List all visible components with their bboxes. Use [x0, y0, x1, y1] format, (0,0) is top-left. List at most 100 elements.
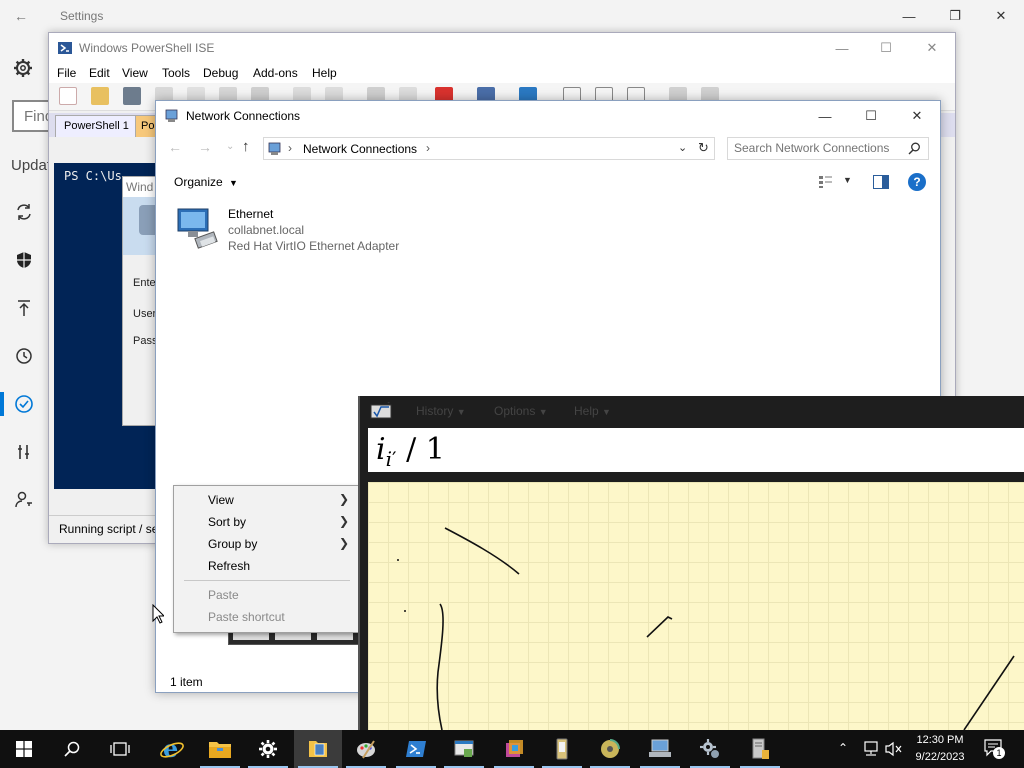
network-tray-icon[interactable]	[862, 741, 880, 757]
menu-options[interactable]: Options ▼	[494, 404, 548, 418]
file-explorer-button[interactable]	[196, 730, 244, 768]
nc-titlebar[interactable]: Network Connections — ☐ ✕	[156, 101, 940, 131]
tools-icon[interactable]	[14, 442, 36, 464]
help-icon[interactable]: ?	[908, 173, 926, 191]
open-folder-icon[interactable]	[91, 87, 109, 105]
breadcrumb-chevron-icon[interactable]: ›	[426, 141, 430, 155]
clock-time: 12:30 PM	[916, 734, 964, 746]
menu-help[interactable]: Help	[312, 66, 337, 80]
network-manager-taskbar-button[interactable]	[636, 730, 684, 768]
ise-maximize-button[interactable]: ☐	[863, 33, 909, 63]
settings-taskbar-button[interactable]	[244, 730, 292, 768]
action-center-button[interactable]: 1	[984, 739, 1005, 759]
media-stack-icon	[506, 740, 523, 757]
selected-indicator	[0, 392, 4, 416]
history-label: History	[416, 404, 454, 418]
system-clock[interactable]: 12:30 PM 9/22/2023	[900, 732, 980, 766]
ise-titlebar[interactable]: Windows PowerShell ISE — ☐ ✕	[49, 33, 955, 63]
minimize-button[interactable]: —	[886, 1, 932, 31]
nc-close-button[interactable]: ✕	[894, 101, 940, 131]
change-view-icon[interactable]	[818, 175, 834, 189]
search-taskbar-icon	[64, 741, 80, 757]
refresh-icon[interactable]: ↻	[698, 140, 709, 156]
organize-dropdown-icon: ▼	[229, 178, 238, 188]
nav-up-icon[interactable]: ↑	[242, 138, 250, 155]
restore-button[interactable]: ❐	[932, 1, 978, 31]
breadcrumb-network-connections[interactable]: Network Connections	[303, 142, 417, 156]
preview-pane-icon[interactable]	[873, 175, 889, 189]
menu-view[interactable]: View	[122, 66, 148, 80]
menu-file[interactable]: File	[57, 66, 76, 80]
menu-help[interactable]: Help ▼	[574, 404, 611, 418]
app-window-icon	[454, 740, 474, 757]
menu-item-paste-shortcut[interactable]: Paste shortcut	[174, 606, 359, 628]
expression-base: i	[376, 432, 386, 467]
task-view-button[interactable]	[96, 730, 144, 768]
gear-icon[interactable]	[13, 58, 33, 78]
menu-item-label: Paste	[208, 588, 239, 602]
nav-forward-icon[interactable]: →	[198, 139, 212, 155]
check-circle-icon[interactable]	[14, 394, 36, 416]
view-options-dropdown-icon[interactable]: ▼	[843, 175, 852, 185]
ise-close-button[interactable]: ✕	[909, 33, 955, 63]
network-connections-taskbar-button[interactable]	[294, 730, 342, 768]
menu-item-paste[interactable]: Paste	[174, 584, 359, 606]
show-hidden-icons-icon[interactable]: ⌃	[838, 741, 848, 755]
media-taskbar-button[interactable]	[490, 730, 538, 768]
address-bar[interactable]: › Network Connections › ⌄ ↻	[263, 137, 715, 160]
ise-status-text: Running script / se	[59, 522, 159, 536]
menu-debug[interactable]: Debug	[203, 66, 238, 80]
menu-edit[interactable]: Edit	[89, 66, 110, 80]
sync-icon[interactable]	[14, 202, 36, 224]
save-icon[interactable]	[123, 87, 141, 105]
search-box[interactable]	[727, 137, 929, 160]
disc-taskbar-button[interactable]	[586, 730, 634, 768]
back-arrow-icon[interactable]: ←	[14, 8, 28, 24]
network-folder-icon	[164, 108, 180, 124]
recent-locations-icon[interactable]: ⌄	[226, 141, 234, 152]
nav-back-icon[interactable]: ←	[168, 139, 182, 155]
menu-history[interactable]: History ▼	[416, 404, 466, 418]
clock-date: 9/22/2023	[915, 751, 965, 763]
upload-arrow-icon[interactable]	[14, 298, 36, 320]
paint-taskbar-button[interactable]	[342, 730, 390, 768]
device-taskbar-button[interactable]	[538, 730, 586, 768]
server-icon	[752, 738, 769, 759]
ethernet-connection-item[interactable]: Ethernet collabnet.local Red Hat VirtIO …	[172, 205, 412, 257]
close-button[interactable]: ✕	[978, 1, 1024, 31]
menu-tools[interactable]: Tools	[162, 66, 190, 80]
menu-item-label: View	[208, 493, 234, 507]
section-heading: Updat	[11, 157, 52, 174]
submenu-arrow-icon: ❯	[338, 492, 349, 506]
search-input[interactable]	[734, 141, 902, 155]
options-dropdown-icon: ▼	[538, 407, 548, 417]
nc-minimize-button[interactable]: —	[802, 101, 848, 131]
tab-powershell-1[interactable]: PowerShell 1	[55, 115, 138, 137]
organize-button[interactable]: Organize ▼	[174, 175, 238, 189]
handwriting-pad[interactable]	[368, 482, 1024, 730]
admin-tools-taskbar-button[interactable]	[686, 730, 734, 768]
menu-item-group-by[interactable]: Group by ❯	[174, 533, 359, 555]
internet-explorer-button[interactable]: e	[148, 730, 196, 768]
server-taskbar-button[interactable]	[736, 730, 784, 768]
powershell-taskbar-button[interactable]	[392, 730, 440, 768]
search-taskbar-button[interactable]	[48, 730, 96, 768]
taskbar: e ⌃ 12:30 PM 9/22/2023 1	[0, 730, 1024, 768]
menu-item-sort-by[interactable]: Sort by ❯	[174, 511, 359, 533]
ise-minimize-button[interactable]: —	[819, 33, 865, 63]
menu-addons[interactable]: Add-ons	[253, 66, 298, 80]
user-key-icon[interactable]	[14, 490, 36, 512]
mouse-cursor-icon	[152, 604, 164, 624]
shield-icon[interactable]	[14, 250, 36, 272]
app-window-taskbar-button[interactable]	[440, 730, 488, 768]
menu-item-refresh[interactable]: Refresh	[174, 555, 359, 577]
windows-logo-icon	[16, 741, 32, 757]
address-dropdown-icon[interactable]: ⌄	[678, 141, 687, 154]
network-folder-taskbar-icon	[309, 741, 327, 757]
menu-item-view[interactable]: View ❯	[174, 489, 359, 511]
start-button[interactable]	[0, 730, 48, 768]
history-icon[interactable]	[14, 346, 36, 368]
new-file-icon[interactable]	[59, 87, 77, 105]
address-network-icon	[267, 141, 283, 157]
nc-maximize-button[interactable]: ☐	[848, 101, 894, 131]
